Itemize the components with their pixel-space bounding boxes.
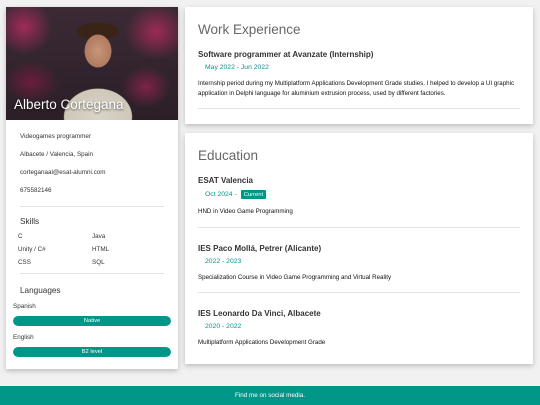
divider: [20, 206, 164, 207]
entry-description: Specialization Course in Video Game Prog…: [198, 273, 392, 281]
skills-list: C Java Unity / C# HTML CSS SQL: [6, 226, 178, 267]
email[interactable]: corteganaal@esat-alumni.com: [20, 164, 164, 182]
current-badge: Current: [240, 190, 267, 199]
education-card: Education ESAT Valencia Oct 2024 - Curre…: [185, 133, 533, 364]
date-text: 2020 - 2022: [205, 323, 242, 330]
divider: [198, 226, 520, 228]
language-bar: Native: [13, 316, 171, 326]
languages-title: Languages: [20, 286, 61, 295]
entry-description: Internship period during my Multiplatfor…: [198, 80, 515, 97]
skill-item: SQL: [92, 259, 105, 266]
profile-sidebar: Alberto Cortegana Videogames programmer …: [6, 7, 178, 369]
skill-item: C: [18, 233, 23, 240]
skill-item: CSS: [18, 259, 31, 266]
work-experience-title: Work Experience: [198, 22, 301, 37]
work-experience-card: Work Experience Software programmer at A…: [185, 7, 533, 124]
date-text: May 2022 - Jun 2022: [205, 64, 269, 71]
skill-item: Java: [92, 233, 106, 240]
language-level: Native: [13, 316, 171, 326]
entry-date: Oct 2024 - Current: [198, 190, 520, 199]
language-name: Spanish: [13, 303, 36, 310]
entry-date: 2020 - 2022: [198, 323, 520, 330]
entry-title: Software programmer at Avanzate (Interns…: [198, 50, 374, 59]
social-media-link[interactable]: Find me on social media.: [235, 392, 305, 399]
profile-name: Alberto Cortegana: [14, 97, 124, 112]
language-bar: B2 level: [13, 347, 171, 357]
entry-description: Multiplatform Applications Development G…: [198, 339, 326, 346]
divider: [198, 292, 520, 293]
divider: [198, 108, 520, 109]
skills-title: Skills: [20, 217, 40, 226]
education-entry: IES Paco Mollá, Petrer (Alicante) 2022 -…: [185, 244, 533, 283]
entry-title: IES Leonardo Da Vinci, Albacete: [198, 309, 321, 318]
entry-date: May 2022 - Jun 2022: [198, 64, 520, 71]
skill-item: HTML: [92, 246, 110, 253]
profile-photo: Alberto Cortegana: [6, 7, 178, 120]
language-level: B2 level: [13, 347, 171, 357]
job-title: Videogames programmer: [20, 133, 91, 140]
footer: Find me on social media.: [0, 386, 540, 405]
skill-item: Unity / C#: [18, 246, 46, 253]
entry-description: HND in Video Game Programming: [198, 208, 293, 215]
work-entry: Software programmer at Avanzate (Interns…: [185, 50, 533, 98]
phone[interactable]: 675582146: [20, 182, 164, 200]
date-text: Oct 2024 -: [205, 191, 237, 198]
contact-info: Videogames programmer Albacete / Valenci…: [6, 120, 178, 200]
entry-title: ESAT Valencia: [198, 176, 253, 185]
date-text: 2022 - 2023: [205, 257, 242, 265]
education-entry: ESAT Valencia Oct 2024 - Current HND in …: [185, 176, 533, 217]
location: Albacete / Valencia, Spain: [20, 151, 94, 158]
language-name: English: [13, 334, 34, 341]
education-entry: IES Leonardo Da Vinci, Albacete 2020 - 2…: [185, 309, 533, 348]
divider: [20, 273, 164, 274]
education-title: Education: [198, 148, 259, 163]
entry-date: 2022 - 2023: [198, 258, 520, 265]
entry-title: IES Paco Mollá, Petrer (Alicante): [198, 243, 322, 253]
